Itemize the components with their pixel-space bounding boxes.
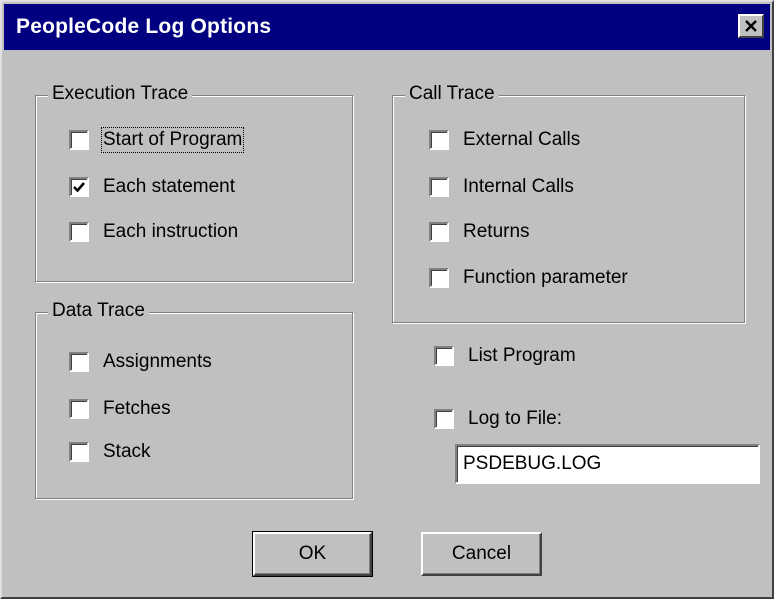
execution-trace-title: Execution Trace — [48, 83, 193, 105]
checkbox-list-program[interactable]: List Program — [434, 343, 576, 369]
checkbox-box[interactable] — [429, 268, 449, 288]
call-trace-title: Call Trace — [405, 83, 499, 105]
checkbox-box[interactable] — [434, 409, 454, 429]
checkbox-box[interactable] — [434, 346, 454, 366]
cancel-button-label: Cancel — [451, 543, 512, 564]
checkbox-label: Log to File: — [468, 408, 562, 429]
log-filename-input[interactable] — [455, 444, 760, 484]
checkbox-label: Each instruction — [103, 221, 239, 242]
checkbox-box[interactable] — [69, 177, 89, 197]
ok-button-label: OK — [298, 543, 327, 564]
window-title: PeopleCode Log Options — [16, 15, 272, 38]
checkbox-external-calls[interactable]: External Calls — [429, 127, 580, 153]
checkbox-box[interactable] — [69, 399, 89, 419]
checkbox-box[interactable] — [69, 222, 89, 242]
data-trace-title: Data Trace — [48, 300, 149, 322]
checkbox-each-instruction[interactable]: Each instruction — [69, 219, 238, 245]
checkbox-box[interactable] — [429, 130, 449, 150]
checkbox-label: Stack — [103, 441, 151, 462]
cancel-button[interactable]: Cancel — [421, 532, 542, 576]
checkbox-label: Each statement — [103, 176, 236, 197]
checkbox-box[interactable] — [69, 130, 89, 150]
checkbox-label: Returns — [463, 221, 530, 242]
ok-button[interactable]: OK — [252, 531, 373, 577]
checkbox-label: Assignments — [103, 351, 212, 372]
checkbox-box[interactable] — [429, 222, 449, 242]
checkbox-log-to-file[interactable]: Log to File: — [434, 406, 562, 432]
checkbox-label: External Calls — [463, 129, 581, 150]
checkbox-fetches[interactable]: Fetches — [69, 396, 171, 422]
close-icon — [745, 20, 757, 32]
checkbox-label: Start of Program — [100, 127, 245, 153]
checkbox-internal-calls[interactable]: Internal Calls — [429, 174, 574, 200]
checkbox-box[interactable] — [69, 442, 89, 462]
checkbox-returns[interactable]: Returns — [429, 219, 530, 245]
log-options-dialog: PeopleCode Log Options Execution Trace S… — [0, 0, 774, 599]
checkbox-label: Fetches — [103, 398, 171, 419]
close-button[interactable] — [738, 14, 764, 38]
checkbox-assignments[interactable]: Assignments — [69, 349, 212, 375]
checkbox-each-statement[interactable]: Each statement — [69, 174, 235, 200]
checkbox-label: Internal Calls — [463, 176, 574, 197]
title-bar[interactable]: PeopleCode Log Options — [4, 4, 770, 50]
checkbox-label: Function parameter — [463, 267, 628, 288]
checkbox-stack[interactable]: Stack — [69, 439, 151, 465]
check-mark-icon — [73, 182, 85, 193]
checkbox-start-of-program[interactable]: Start of Program — [69, 127, 245, 153]
checkbox-box[interactable] — [69, 352, 89, 372]
checkbox-label: List Program — [468, 345, 576, 366]
checkbox-function-parameter[interactable]: Function parameter — [429, 265, 628, 291]
checkbox-box[interactable] — [429, 177, 449, 197]
